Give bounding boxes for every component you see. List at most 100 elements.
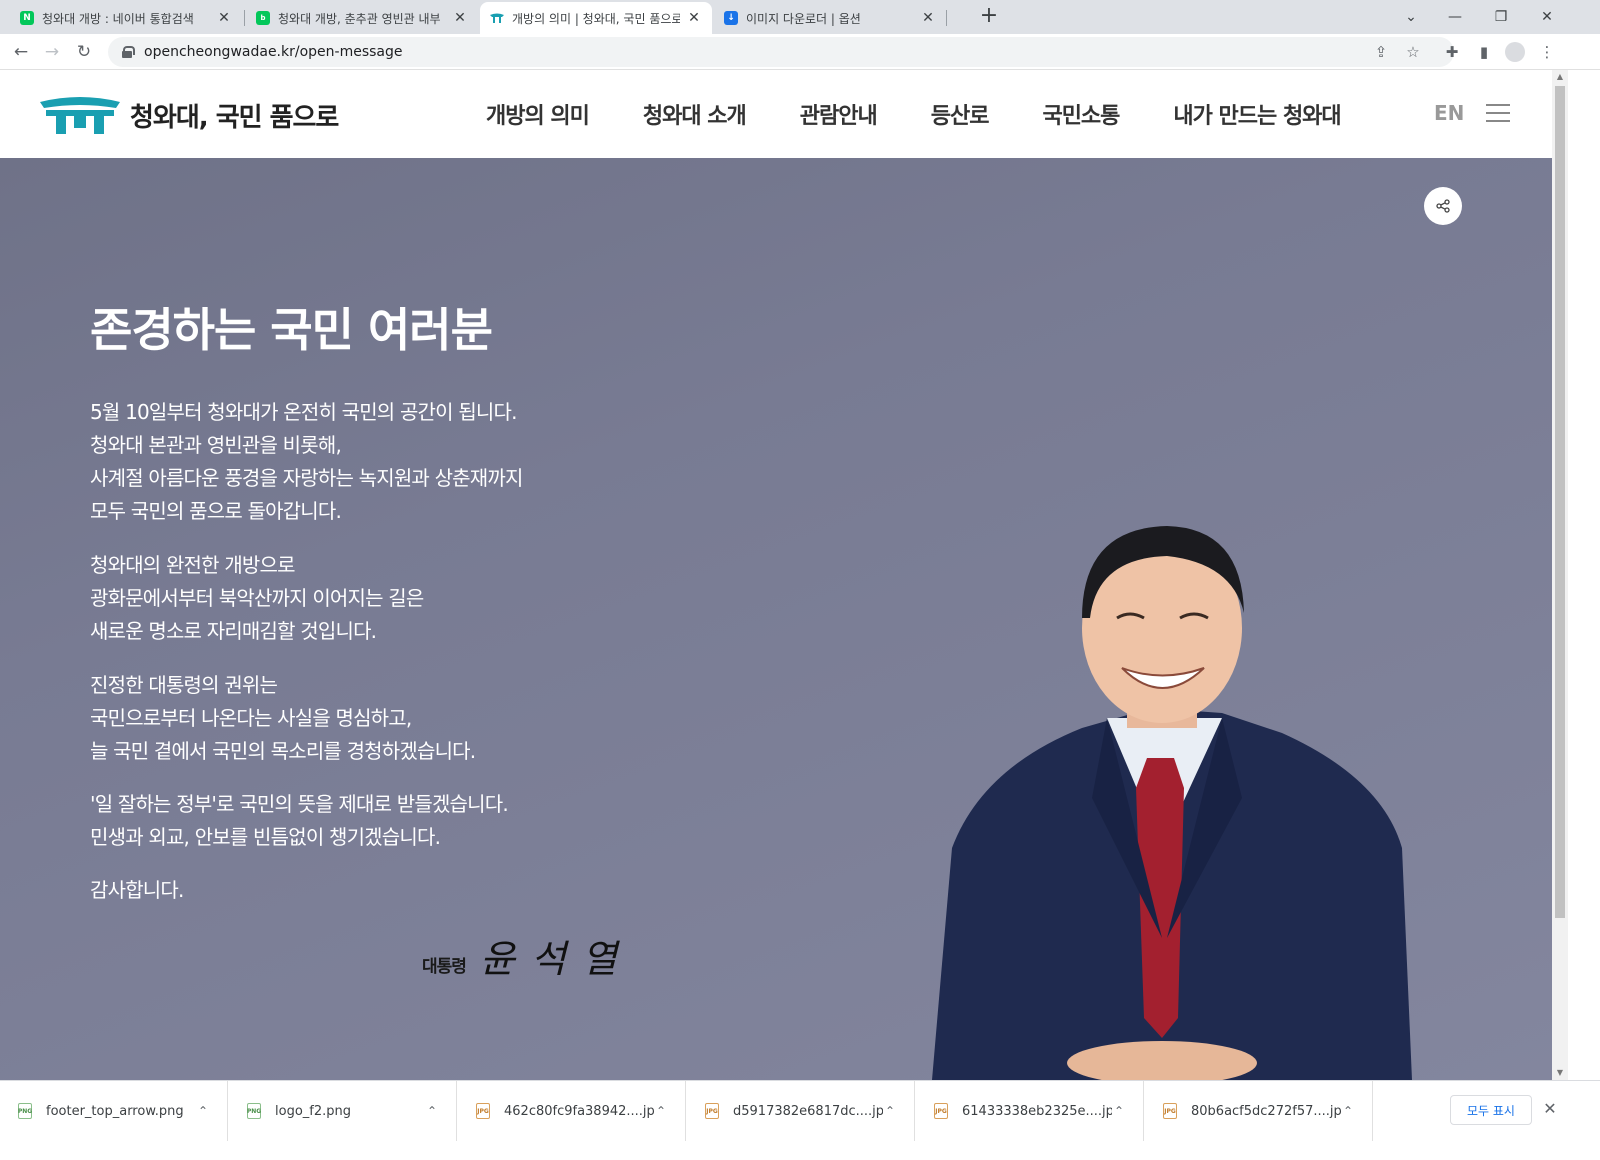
address-bar[interactable]: opencheongwadae.kr/open-message ⇪ ☆ [108,37,1454,67]
close-icon[interactable]: ✕ [686,10,702,26]
forward-icon[interactable]: → [38,38,66,66]
tab-title: 청와대 개방, 춘추관 영빈관 내부 [278,11,441,26]
language-toggle[interactable]: EN [1434,101,1464,125]
close-icon[interactable]: ✕ [920,10,936,26]
chevron-up-icon[interactable]: ⌃ [425,1104,439,1118]
close-window-button[interactable]: ✕ [1524,0,1570,34]
close-icon[interactable]: ✕ [216,10,232,26]
president-portrait-image [932,526,1412,1080]
new-tab-button[interactable]: + [976,4,1002,30]
png-file-icon: PNG [247,1103,261,1119]
share-icon [1436,199,1450,213]
nav-item-communication[interactable]: 국민소통 [1042,98,1120,130]
chevron-up-icon[interactable]: ⌃ [883,1104,897,1118]
side-panel-icon[interactable]: ▮ [1470,38,1498,66]
blog-icon: b [256,11,270,25]
site-logo[interactable]: 청와대, 국민 품으로 [40,94,339,136]
message-line: 감사합니다. [90,878,184,902]
message-paragraph-4: '일 잘하는 정부'로 국민의 뜻을 제대로 받들겠습니다. 민생과 외교, 안… [90,788,509,854]
message-line: 모두 국민의 품으로 돌아갑니다. [90,499,342,523]
browser-tab-2[interactable]: 개방의 의미 | 청와대, 국민 품으로 ✕ [480,2,712,34]
message-paragraph-2: 청와대의 완전한 개방으로 광화문에서부터 북악산까지 이어지는 길은 새로운 … [90,549,424,648]
chevron-up-icon[interactable]: ⌃ [1112,1104,1126,1118]
download-filename: 80b6acf5dc272f57....jpg [1191,1103,1341,1119]
naver-icon: N [20,11,34,25]
download-filename: d5917382e6817dc....jpg [733,1103,883,1119]
tab-title: 청와대 개방 : 네이버 통합검색 [42,11,194,26]
reload-icon[interactable]: ↻ [70,38,98,66]
download-filename: 61433338eb2325e....jpg [962,1103,1112,1119]
scroll-up-arrow-icon[interactable]: ▲ [1552,70,1568,84]
minimize-button[interactable]: — [1432,0,1478,34]
hero-title: 존경하는 국민 여러분 [90,303,493,357]
extensions-icon[interactable]: ✚ [1438,38,1466,66]
url-text: opencheongwadae.kr/open-message [144,44,403,60]
nav-item-open-meaning[interactable]: 개방의 의미 [486,98,590,130]
main-navigation: 개방의 의미 청와대 소개 관람안내 등산로 국민소통 내가 만드는 청와대 [486,98,1395,130]
download-item[interactable]: JPG d5917382e6817dc....jpg ⌃ [687,1081,915,1141]
show-all-downloads-button[interactable]: 모두 표시 [1450,1095,1532,1125]
jpg-file-icon: JPG [1163,1103,1177,1119]
tab-title: 개방의 의미 | 청와대, 국민 품으로 [512,11,680,26]
nav-item-visit-guide[interactable]: 관람안내 [800,98,878,130]
download-item[interactable]: PNG footer_top_arrow.png ⌃ [0,1081,228,1141]
download-filename: logo_f2.png [275,1103,351,1119]
chevron-up-icon[interactable]: ⌃ [1341,1104,1355,1118]
nav-item-introduction[interactable]: 청와대 소개 [643,98,747,130]
jpg-file-icon: JPG [934,1103,948,1119]
download-item[interactable]: PNG logo_f2.png ⌃ [229,1081,457,1141]
message-line: 청와대의 완전한 개방으로 [90,553,296,577]
browser-tab-0[interactable]: N 청와대 개방 : 네이버 통합검색 ✕ [10,2,242,34]
cheongwadae-icon [490,11,504,25]
tab-title: 이미지 다운로더 | 옵션 [746,11,861,26]
chevron-up-icon[interactable]: ⌃ [654,1104,668,1118]
message-line: 민생과 외교, 안보를 빈틈없이 챙기겠습니다. [90,825,441,849]
png-file-icon: PNG [18,1103,32,1119]
message-paragraph-5: 감사합니다. [90,874,184,907]
hamburger-menu-icon[interactable] [1486,104,1510,122]
download-item[interactable]: JPG 462c80fc9fa38942....jpg ⌃ [458,1081,686,1141]
share-button[interactable] [1424,187,1462,225]
download-item[interactable]: JPG 61433338eb2325e....jpg ⌃ [916,1081,1144,1141]
chevron-up-icon[interactable]: ⌃ [196,1104,210,1118]
jpg-file-icon: JPG [476,1103,490,1119]
hero-section: 존경하는 국민 여러분 5월 10일부터 청와대가 온전히 국민의 공간이 됩니… [0,158,1552,1080]
cheongwadae-logo-icon [40,97,120,134]
close-icon[interactable]: ✕ [1540,1099,1560,1119]
signature-name: 윤석열 [479,937,633,981]
nav-item-my-cheongwadae[interactable]: 내가 만드는 청와대 [1173,98,1341,130]
lock-icon [122,46,135,58]
president-signature: 대통령 윤석열 [422,928,633,983]
message-line: 늘 국민 곁에서 국민의 목소리를 경청하겠습니다. [90,739,476,763]
download-item[interactable]: JPG 80b6acf5dc272f57....jpg ⌃ [1145,1081,1373,1141]
browser-tab-3[interactable]: ↓ 이미지 다운로더 | 옵션 ✕ [714,2,946,34]
scrollbar-thumb[interactable] [1555,86,1565,918]
web-page: 청와대, 국민 품으로 개방의 의미 청와대 소개 관람안내 등산로 국민소통 … [0,70,1552,1080]
scroll-down-arrow-icon[interactable]: ▼ [1552,1066,1568,1080]
share-page-icon[interactable]: ⇪ [1368,37,1394,67]
browser-tab-bar: N 청와대 개방 : 네이버 통합검색 ✕ b 청와대 개방, 춘추관 영빈관 … [0,0,1600,34]
page-scrollbar[interactable]: ▲ ▼ [1552,70,1568,1080]
bookmark-star-icon[interactable]: ☆ [1400,37,1426,67]
message-line: 청와대 본관과 영빈관을 비롯해, [90,433,342,457]
close-icon[interactable]: ✕ [452,10,468,26]
message-line: 진정한 대통령의 권위는 [90,673,278,697]
site-header: 청와대, 국민 품으로 개방의 의미 청와대 소개 관람안내 등산로 국민소통 … [0,70,1552,158]
menu-kebab-icon[interactable]: ⋮ [1533,38,1561,66]
message-line: 국민으로부터 나온다는 사실을 명심하고, [90,706,412,730]
tab-search-icon[interactable]: ⌄ [1388,0,1434,34]
message-line: 새로운 명소로 자리매김할 것입니다. [90,619,377,643]
message-line: 사계절 아름다운 풍경을 자랑하는 녹지원과 상춘재까지 [90,466,523,490]
back-icon[interactable]: ← [7,38,35,66]
restore-button[interactable]: ❐ [1478,0,1524,34]
download-filename: footer_top_arrow.png [46,1103,184,1119]
message-paragraph-1: 5월 10일부터 청와대가 온전히 국민의 공간이 됩니다. 청와대 본관과 영… [90,396,523,528]
logo-text: 청와대, 국민 품으로 [130,102,339,133]
download-shelf: PNG footer_top_arrow.png ⌃ PNG logo_f2.p… [0,1080,1600,1160]
nav-item-hiking-trail[interactable]: 등산로 [931,98,990,130]
message-paragraph-3: 진정한 대통령의 권위는 국민으로부터 나온다는 사실을 명심하고, 늘 국민 … [90,669,476,768]
browser-toolbar: ← → ↻ opencheongwadae.kr/open-message ⇪ … [0,34,1600,70]
browser-tab-1[interactable]: b 청와대 개방, 춘추관 영빈관 내부 ✕ [246,2,478,34]
profile-icon[interactable] [1501,38,1529,66]
signature-role: 대통령 [422,957,467,977]
